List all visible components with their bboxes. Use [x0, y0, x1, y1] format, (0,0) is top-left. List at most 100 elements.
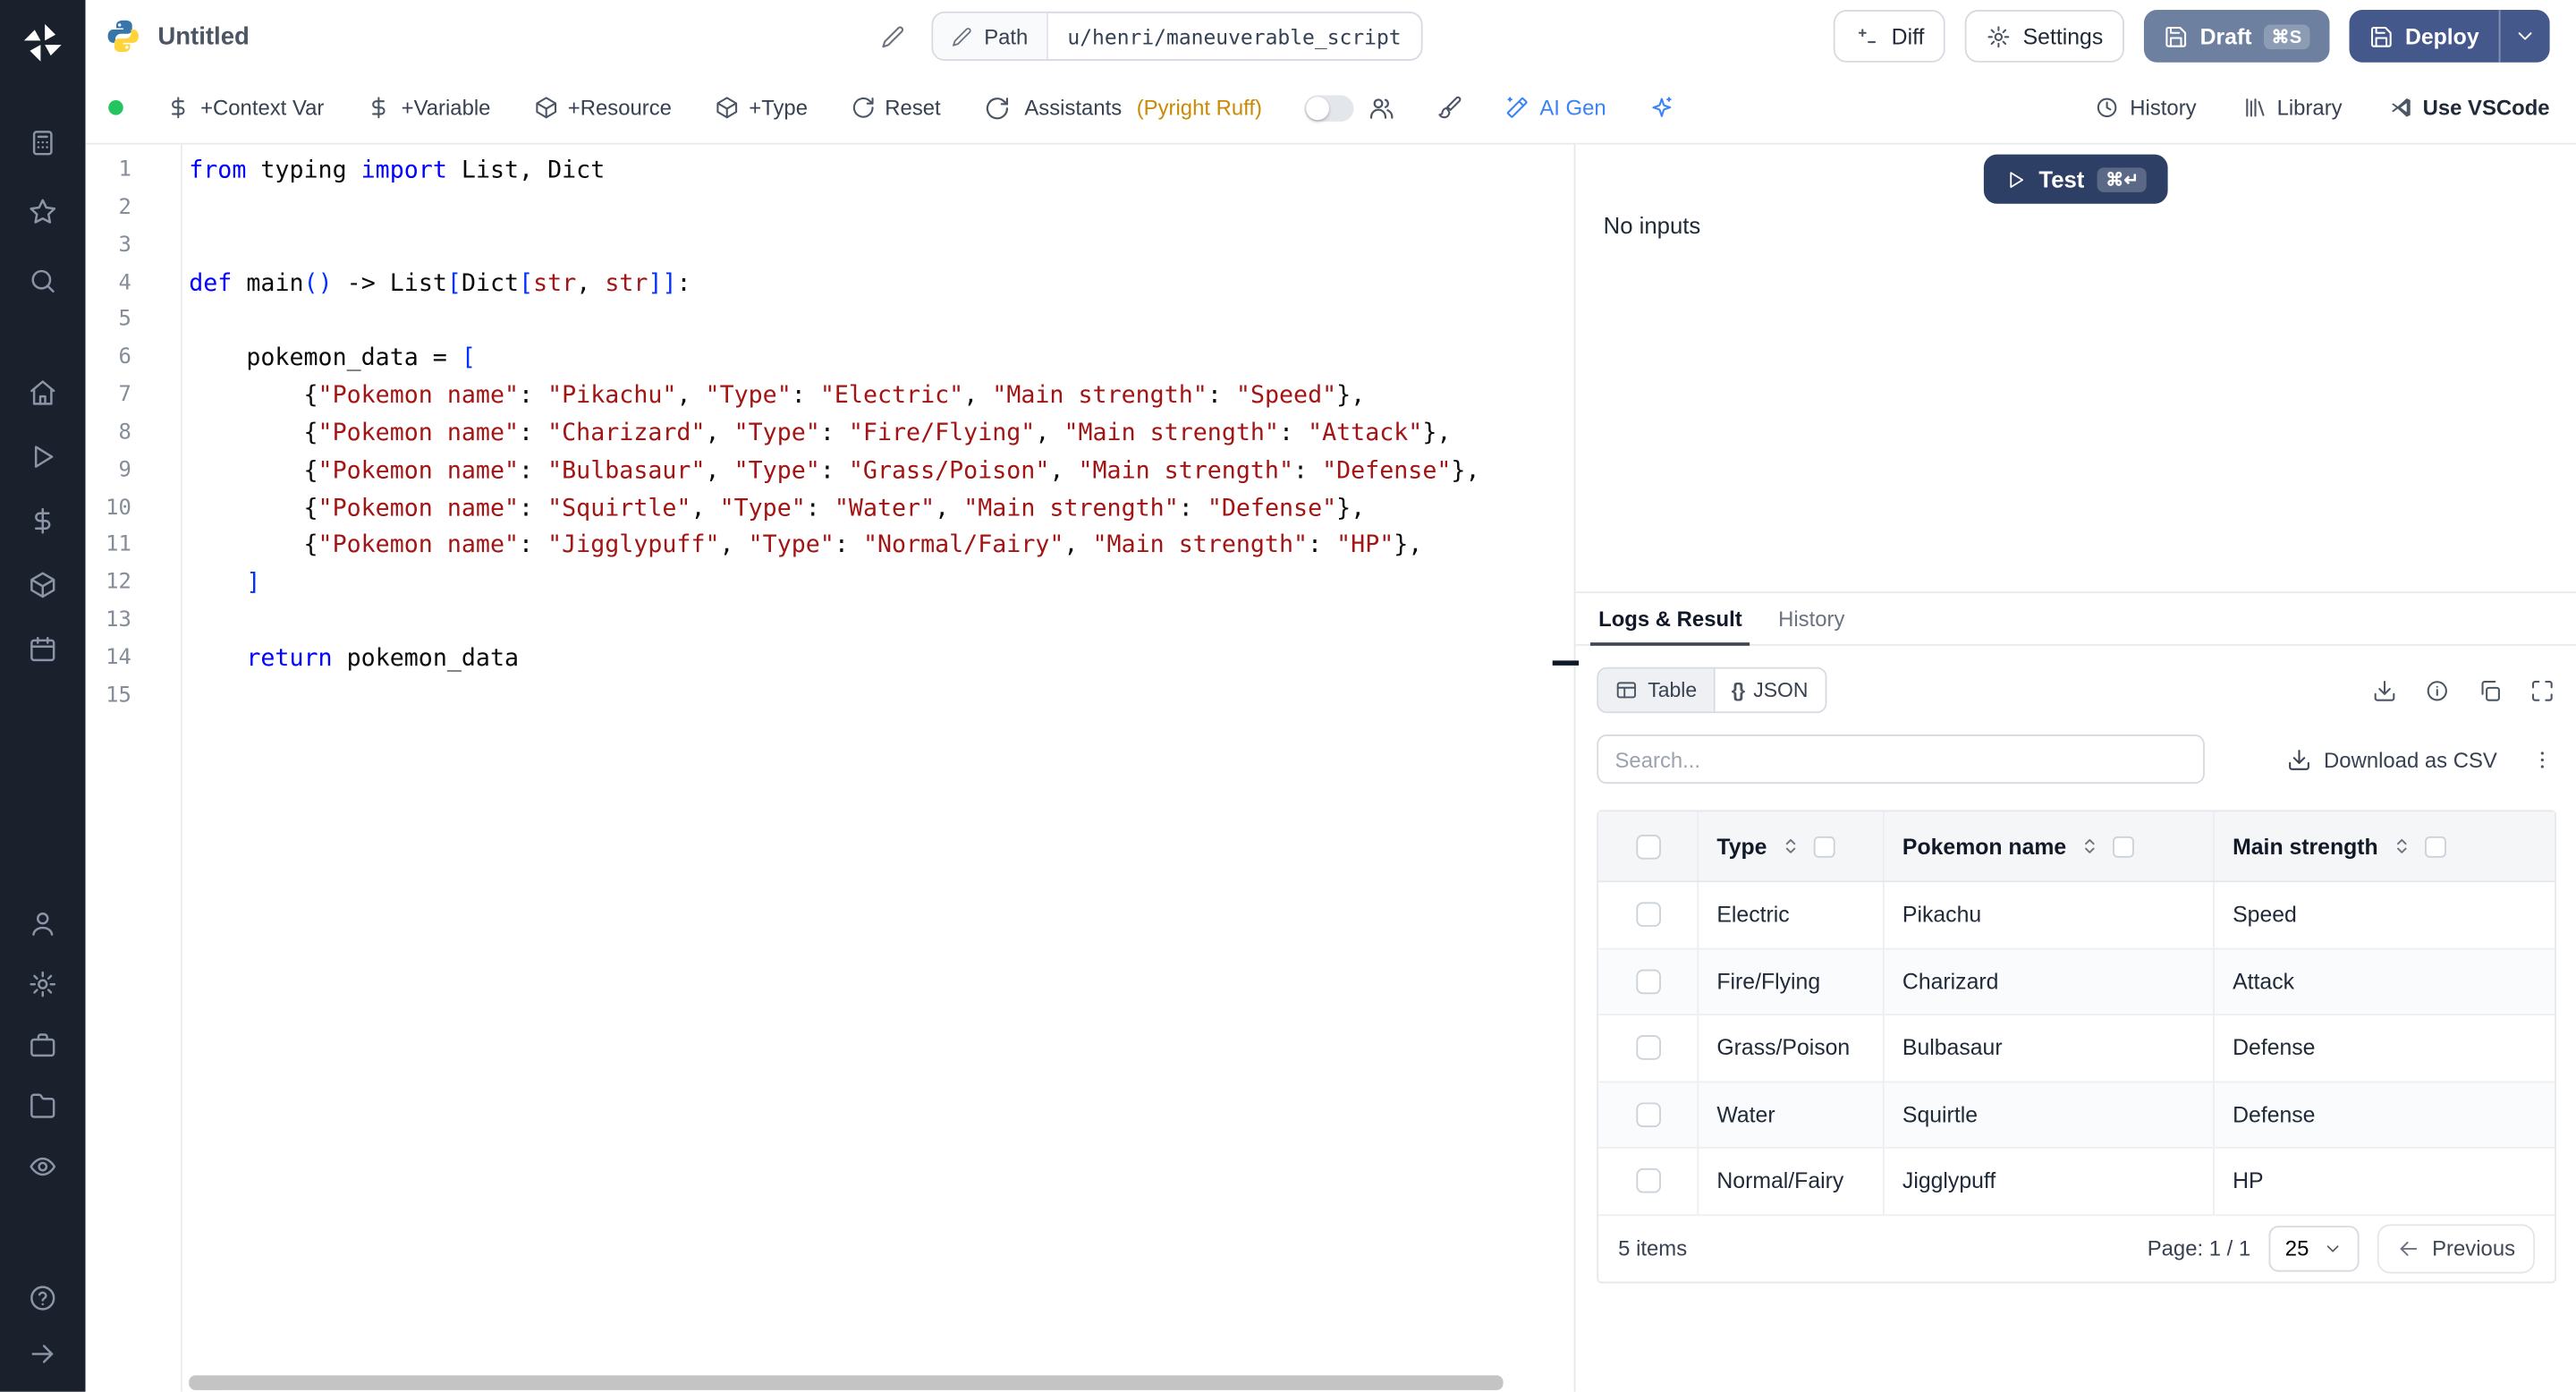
draft-button[interactable]: Draft ⌘S	[2144, 10, 2330, 63]
sidebar-item-home[interactable]	[28, 378, 57, 407]
code-line[interactable]: pokemon_data = [	[189, 341, 1479, 378]
sidebar-item-runs[interactable]	[28, 442, 57, 471]
code-editor[interactable]: 1 2 3 4 5 6 7 8 9 10 11 12 13 14 15 from typing import…	[85, 144, 1574, 1392]
tab-history[interactable]: History	[1764, 593, 1860, 644]
code-line[interactable]: ]	[189, 565, 1479, 603]
search-input[interactable]	[1597, 734, 2205, 785]
gear-icon	[1987, 24, 2012, 49]
table-row[interactable]: Grass/Poison Bulbasaur Defense	[1598, 1015, 2555, 1082]
sidebar-item-audit-logs[interactable]	[28, 1152, 57, 1182]
row-checkbox[interactable]	[1635, 1101, 1661, 1127]
download-result-button[interactable]	[2372, 678, 2397, 703]
pencil-icon	[880, 24, 905, 49]
code-line[interactable]: {"Pokemon name": "Jigglypuff", "Type": "…	[189, 528, 1479, 565]
sort-icon[interactable]	[2390, 835, 2413, 858]
view-table-button[interactable]: Table	[1598, 668, 1714, 712]
format-brush-button[interactable]	[1437, 96, 1462, 121]
reset-button[interactable]: Reset	[851, 96, 941, 120]
code-line[interactable]: return pokemon_data	[189, 641, 1479, 678]
editor-code[interactable]: from typing import List, Dict def main() …	[189, 153, 1479, 716]
assistants-refresh-icon[interactable]	[983, 95, 1009, 121]
table-cell: Grass/Poison	[1697, 1015, 1883, 1081]
table-row[interactable]: Water Squirtle Defense	[1598, 1082, 2555, 1149]
more-options-button[interactable]	[2530, 747, 2555, 772]
history-button[interactable]: History	[2096, 96, 2197, 120]
code-line[interactable]: from typing import List, Dict	[189, 153, 1479, 191]
sort-icon[interactable]	[1778, 835, 1801, 858]
row-checkbox[interactable]	[1635, 1035, 1661, 1061]
row-checkbox[interactable]	[1635, 969, 1661, 994]
expand-result-button[interactable]	[2530, 678, 2555, 703]
table-row[interactable]: Fire/Flying Charizard Attack	[1598, 948, 2555, 1016]
test-button[interactable]: Test ⌘↵	[1982, 154, 2169, 204]
path-control[interactable]: Path u/henri/maneuverable_script	[931, 11, 1423, 61]
row-checkbox[interactable]	[1635, 1168, 1661, 1193]
view-json-button[interactable]: {} JSON	[1713, 668, 1825, 712]
line-number: 3	[118, 233, 131, 258]
use-vscode-button[interactable]: Use VSCode	[2388, 96, 2550, 120]
settings-button[interactable]: Settings	[1965, 10, 2125, 63]
code-line[interactable]	[189, 191, 1479, 228]
table-row[interactable]: Normal/Fairy Jigglypuff HP	[1598, 1148, 2555, 1216]
copy-result-button[interactable]	[2478, 678, 2503, 703]
code-line[interactable]: {"Pokemon name": "Bulbasaur", "Type": "G…	[189, 453, 1479, 490]
editor-gutter[interactable]: 1 2 3 4 5 6 7 8 9 10 11 12 13 14 15	[86, 153, 131, 716]
sidebar-item-expand[interactable]	[28, 1339, 57, 1369]
sidebar-item-schedules[interactable]	[28, 634, 57, 664]
previous-page-button[interactable]: Previous	[2377, 1223, 2536, 1273]
sidebar-item-folders[interactable]	[28, 1091, 57, 1121]
windmill-logo[interactable]	[0, 0, 86, 86]
sidebar-item-variables[interactable]	[28, 506, 57, 536]
page-indicator: Page: 1 / 1	[2147, 1235, 2251, 1260]
sidebar-item-workers[interactable]	[28, 1031, 57, 1060]
sort-icon[interactable]	[2078, 835, 2101, 858]
result-info-button[interactable]	[2425, 678, 2450, 703]
line-number: 5	[118, 308, 131, 333]
sidebar-item-search[interactable]	[28, 267, 57, 296]
code-line[interactable]	[189, 303, 1479, 341]
row-checkbox[interactable]	[1635, 902, 1661, 928]
ai-sparkles-button[interactable]	[1648, 96, 1674, 121]
code-line[interactable]: def main() -> List[Dict[str, str]]:	[189, 266, 1479, 303]
box-icon	[715, 96, 740, 121]
add-type-button[interactable]: +Type	[715, 96, 808, 121]
sidebar-item-settings[interactable]	[28, 970, 57, 999]
tab-logs-result[interactable]: Logs & Result	[1584, 593, 1758, 646]
code-line[interactable]	[189, 678, 1479, 716]
deploy-button[interactable]: Deploy	[2349, 10, 2550, 63]
table-row[interactable]: Electric Pikachu Speed	[1598, 882, 2555, 949]
library-button[interactable]: Library	[2242, 96, 2343, 120]
assistants-label[interactable]: Assistants	[1024, 96, 1122, 121]
code-line[interactable]: {"Pokemon name": "Charizard", "Type": "F…	[189, 416, 1479, 454]
column-filter-box[interactable]	[1812, 835, 1835, 857]
column-filter-box[interactable]	[2424, 835, 2446, 857]
code-line[interactable]: {"Pokemon name": "Pikachu", "Type": "Ele…	[189, 378, 1479, 416]
column-header-type: Type	[1716, 834, 1767, 859]
sidebar-item-apps[interactable]	[28, 128, 57, 157]
sidebar-item-favorites[interactable]	[28, 197, 57, 226]
app: Untitled Path u/henri/maneuverable_scrip…	[0, 0, 2576, 1392]
add-variable-button[interactable]: +Variable	[367, 96, 490, 120]
add-resource-button[interactable]: +Resource	[533, 96, 672, 120]
multiplayer-toggle[interactable]	[1304, 94, 1354, 121]
sidebar-item-resources[interactable]	[28, 570, 57, 599]
sidebar-item-users[interactable]	[28, 909, 57, 938]
code-line[interactable]: {"Pokemon name": "Squirtle", "Type": "Wa…	[189, 490, 1479, 528]
select-all-checkbox[interactable]	[1635, 834, 1661, 859]
diff-button[interactable]: Diff	[1834, 10, 1946, 63]
horizontal-scrollbar[interactable]	[189, 1375, 1504, 1390]
status-dot	[108, 100, 123, 115]
deploy-dropdown[interactable]	[2501, 10, 2550, 63]
sidebar-item-help[interactable]	[28, 1283, 57, 1312]
variables-icon	[28, 506, 57, 536]
code-line[interactable]	[189, 603, 1479, 641]
download-csv-button[interactable]: Download as CSV	[2286, 747, 2497, 771]
ai-gen-button[interactable]: AI Gen	[1505, 96, 1606, 120]
panel-resize-handle[interactable]	[1552, 660, 1580, 666]
code-line[interactable]	[189, 228, 1479, 266]
edit-summary-button[interactable]	[880, 24, 905, 49]
path-edit-button[interactable]: Path	[933, 13, 1048, 60]
add-context-var-button[interactable]: +Context Var	[166, 96, 324, 120]
column-filter-box[interactable]	[2112, 835, 2134, 857]
page-size-select[interactable]: 25	[2268, 1225, 2360, 1271]
